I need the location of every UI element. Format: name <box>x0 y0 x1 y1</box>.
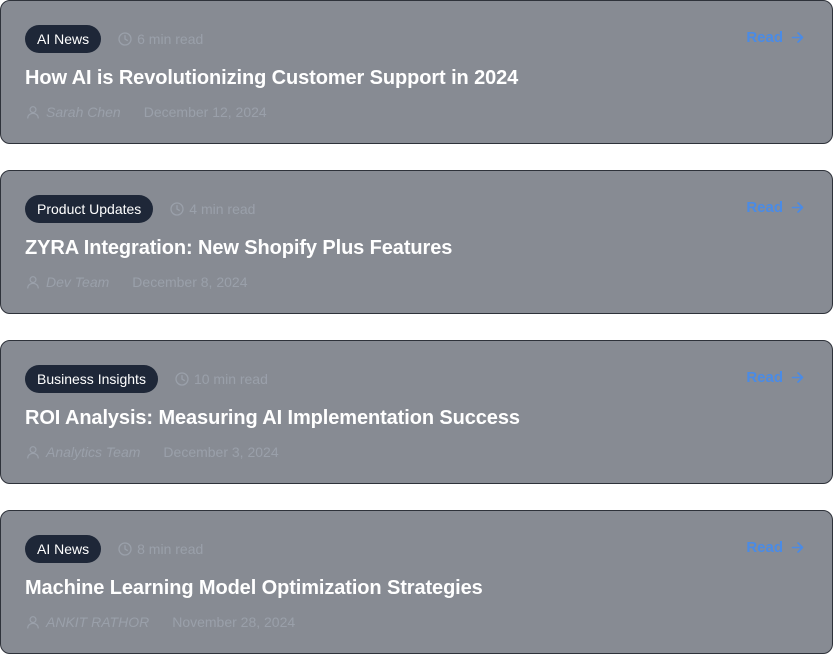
post-date: December 3, 2024 <box>163 444 279 460</box>
clock-icon <box>175 372 189 386</box>
arrow-right-icon <box>791 32 804 43</box>
blog-post-card[interactable]: AI News 8 min read Read Machine Learning… <box>0 510 833 654</box>
arrow-right-icon <box>791 372 804 383</box>
read-label: Read <box>746 369 783 386</box>
category-badge[interactable]: AI News <box>25 535 102 563</box>
read-label: Read <box>746 29 783 46</box>
post-date: November 28, 2024 <box>172 614 296 630</box>
arrow-right-icon <box>791 202 804 213</box>
user-icon <box>27 276 39 289</box>
post-byline: ANKIT RATHOR November 28, 2024 <box>26 612 295 632</box>
arrow-right-icon <box>791 542 804 553</box>
post-meta: AI News 6 min read <box>25 25 203 53</box>
user-icon <box>27 616 39 629</box>
post-byline: Analytics Team December 3, 2024 <box>26 442 279 462</box>
post-date: December 12, 2024 <box>143 104 267 120</box>
category-badge[interactable]: AI News <box>25 25 102 53</box>
post-title[interactable]: ZYRA Integration: New Shopify Plus Featu… <box>25 237 452 260</box>
read-time: 10 min read <box>175 371 268 387</box>
author-name: ANKIT RATHOR <box>46 614 150 630</box>
clock-icon <box>118 32 132 46</box>
author-name: Dev Team <box>46 274 110 290</box>
read-button[interactable]: Read <box>746 29 804 46</box>
post-title[interactable]: Machine Learning Model Optimization Stra… <box>25 577 483 600</box>
clock-icon <box>118 542 132 556</box>
read-time: 6 min read <box>118 31 203 47</box>
post-date: December 8, 2024 <box>132 274 248 290</box>
post-meta: AI News 8 min read <box>25 535 203 563</box>
read-time-text: 10 min read <box>193 371 268 387</box>
clock-icon <box>170 202 184 216</box>
category-badge[interactable]: Business Insights <box>25 365 158 393</box>
read-time: 8 min read <box>118 541 203 557</box>
user-icon <box>27 106 39 119</box>
read-time: 4 min read <box>170 201 255 217</box>
blog-post-card[interactable]: Business Insights 10 min read Read ROI A… <box>0 340 833 484</box>
read-time-text: 8 min read <box>137 541 204 557</box>
post-title[interactable]: ROI Analysis: Measuring AI Implementatio… <box>25 407 520 430</box>
blog-post-card[interactable]: AI News 6 min read Read How AI is Revolu… <box>0 0 833 144</box>
read-time-text: 6 min read <box>137 31 204 47</box>
read-button[interactable]: Read <box>746 369 804 386</box>
user-icon <box>27 446 39 459</box>
blog-post-card[interactable]: Product Updates 4 min read Read ZYRA Int… <box>0 170 833 314</box>
category-badge[interactable]: Product Updates <box>25 195 154 223</box>
read-button[interactable]: Read <box>746 199 804 216</box>
author-name: Analytics Team <box>46 444 141 460</box>
post-title[interactable]: How AI is Revolutionizing Customer Suppo… <box>25 67 518 90</box>
post-byline: Dev Team December 8, 2024 <box>26 272 247 292</box>
read-button[interactable]: Read <box>746 539 804 556</box>
post-meta: Product Updates 4 min read <box>25 195 255 223</box>
read-time-text: 4 min read <box>189 201 256 217</box>
author-name: Sarah Chen <box>46 104 121 120</box>
read-label: Read <box>746 199 783 216</box>
post-byline: Sarah Chen December 12, 2024 <box>26 102 267 122</box>
post-meta: Business Insights 10 min read <box>25 365 268 393</box>
read-label: Read <box>746 539 783 556</box>
